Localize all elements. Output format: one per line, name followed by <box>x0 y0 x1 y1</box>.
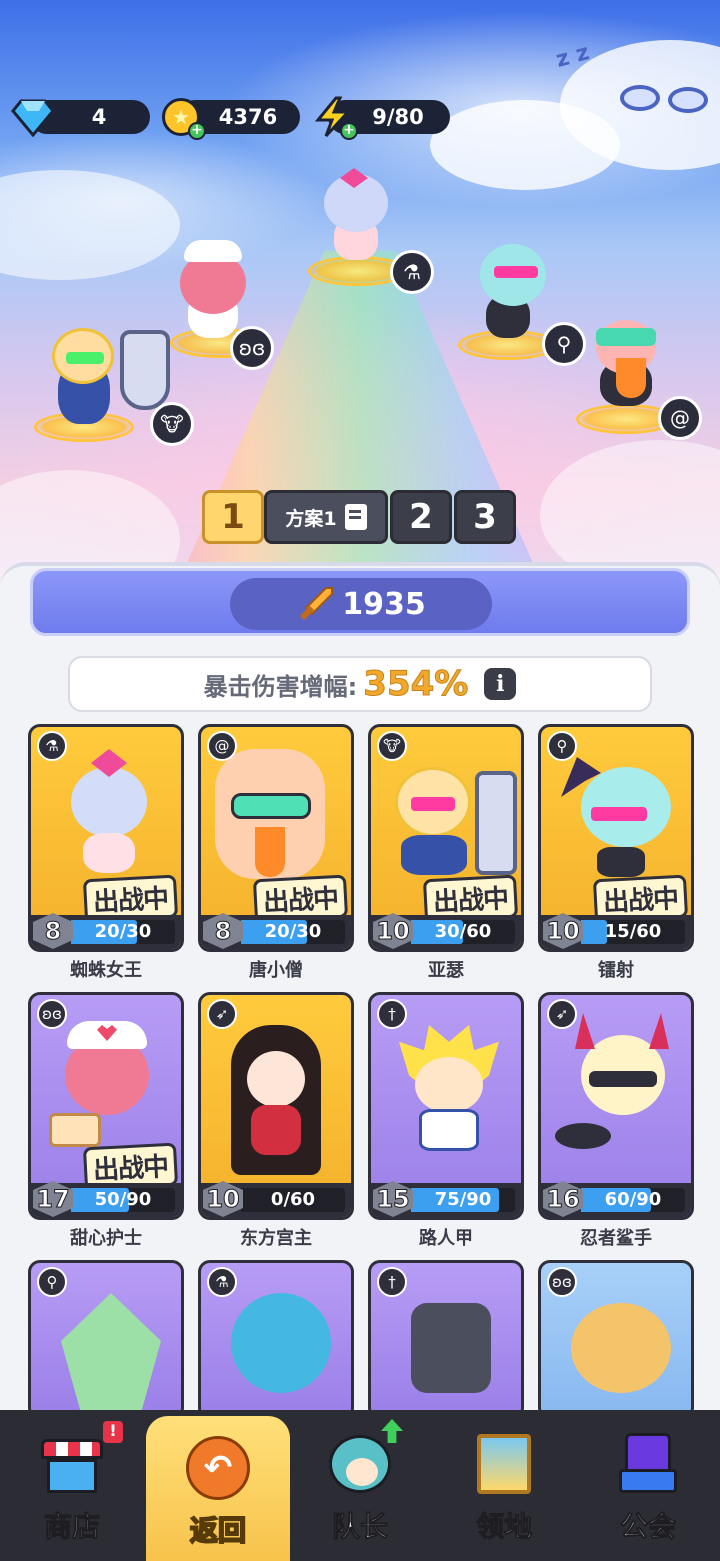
nav-shop-label: 商店 <box>43 1510 100 1544</box>
return-icon: ↶ <box>183 1433 253 1503</box>
hero-card-eastern-palace[interactable]: ➶ 0/60 10 <box>198 992 354 1220</box>
hero-card-row3-1[interactable]: ⚲ <box>28 1260 184 1420</box>
edit-icon <box>344 504 367 530</box>
nav-back[interactable]: ↶ 返回 <box>146 1416 290 1561</box>
hero-card-row3-3[interactable]: † <box>368 1260 524 1420</box>
coin-count: 4376 <box>218 105 278 129</box>
nav-guild-label: 公会 <box>619 1510 676 1544</box>
preset-tab-2-label: 2 <box>409 497 433 537</box>
hero-progress: 15/60 <box>604 921 662 942</box>
hero-name: 东方宫主 <box>240 1228 312 1249</box>
wings-icon: ʚɞ <box>230 326 274 370</box>
hero-name: 蜘蛛女王 <box>70 960 142 981</box>
spiral-icon: @ <box>207 731 237 761</box>
sword-icon: † <box>377 1267 407 1297</box>
hero-progress: 50/90 <box>94 1189 152 1210</box>
hero-name: 亚瑟 <box>428 960 464 981</box>
nav-guild[interactable]: 公会 <box>576 1412 720 1561</box>
captain-avatar-icon <box>325 1419 403 1499</box>
add-energy-icon[interactable]: + <box>340 122 358 140</box>
crit-damage-bar: 暴击伤害增幅: 354% i <box>68 656 652 712</box>
hero-progress: 20/30 <box>94 921 152 942</box>
field-hero-spider-queen[interactable]: ⚗ <box>300 160 440 300</box>
hero-card-laser[interactable]: ⚲ 出战中 15/60 10 <box>538 724 694 952</box>
nav-captain[interactable]: 队长 <box>288 1412 432 1561</box>
hero-card-spider-queen[interactable]: ⚗ 出战中 20/30 8 <box>28 724 184 952</box>
hero-name: 镭射 <box>598 960 634 981</box>
preset-name-label: 方案1 <box>285 507 337 530</box>
territory-icon <box>469 1429 539 1499</box>
nav-territory[interactable]: 领地 <box>432 1412 576 1561</box>
energy-icon: + <box>310 94 358 140</box>
nav-back-label: 返回 <box>189 1513 247 1548</box>
bow-icon: ➶ <box>547 999 577 1029</box>
hero-progress: 60/90 <box>604 1189 662 1210</box>
nav-captain-label: 队长 <box>331 1510 388 1544</box>
upgrade-arrow-icon <box>381 1419 403 1443</box>
preset-tab-1-label: 1 <box>221 497 245 537</box>
cloud <box>0 170 180 280</box>
bow-icon: ➶ <box>207 999 237 1029</box>
energy-count: 9/80 <box>372 105 424 129</box>
wings-icon: ʚɞ <box>547 1267 577 1297</box>
hero-progress: 0/60 <box>270 1189 316 1210</box>
info-icon[interactable]: i <box>484 668 517 700</box>
nav-shop[interactable]: ! 商店 <box>0 1412 144 1561</box>
hero-name: 甜心护士 <box>70 1228 142 1249</box>
ox-icon: 🐮 <box>150 402 194 446</box>
spiral-icon: @ <box>658 396 702 440</box>
hero-card-ninja-shark[interactable]: ➶ 60/90 16 <box>538 992 694 1220</box>
staff-icon: ⚲ <box>37 1267 67 1297</box>
gem-icon <box>10 94 56 140</box>
power-display: 1935 <box>230 578 492 630</box>
crit-label: 暴击伤害增幅: <box>203 672 358 701</box>
potion-icon: ⚗ <box>390 250 434 294</box>
preset-tab-2[interactable]: 2 <box>390 490 452 544</box>
wings-icon: ʚɞ <box>37 999 67 1029</box>
cloud <box>430 100 620 190</box>
hero-card-row3-2[interactable]: ⚗ <box>198 1260 354 1420</box>
hero-progress: 20/30 <box>264 921 322 942</box>
ox-icon: 🐮 <box>377 731 407 761</box>
hero-card-arthur[interactable]: 🐮 出战中 30/60 10 <box>368 724 524 952</box>
hero-name: 路人甲 <box>419 1228 473 1249</box>
nav-territory-label: 领地 <box>475 1510 532 1544</box>
hero-card-tang[interactable]: @ 出战中 20/30 8 <box>198 724 354 952</box>
crit-value: 354% <box>363 664 469 705</box>
power-value: 1935 <box>342 586 426 622</box>
hero-card-row3-4[interactable]: ʚɞ <box>538 1260 694 1420</box>
preset-tab-3-label: 3 <box>473 497 497 537</box>
hero-name: 唐小僧 <box>249 960 303 981</box>
staff-icon: ⚲ <box>547 731 577 761</box>
preset-name[interactable]: 方案1 <box>264 490 388 544</box>
sword-icon <box>300 587 334 621</box>
field-hero-nurse[interactable]: ʚɞ <box>160 240 290 370</box>
potion-icon: ⚗ <box>207 1267 237 1297</box>
hero-progress: 30/60 <box>434 921 492 942</box>
hero-card-nurse[interactable]: ʚɞ 出战中 50/90 17 <box>28 992 184 1220</box>
sleepy-cloud-face <box>620 85 710 115</box>
preset-tab-3[interactable]: 3 <box>454 490 516 544</box>
hero-progress: 75/90 <box>434 1189 492 1210</box>
gem-count: 4 <box>91 105 107 129</box>
add-coins-icon[interactable]: + <box>188 122 206 140</box>
field-hero-laser[interactable]: ⚲ <box>450 230 590 370</box>
hero-name: 忍者鲨手 <box>580 1228 652 1249</box>
guild-icon <box>613 1429 683 1499</box>
shop-alert-badge: ! <box>103 1421 123 1443</box>
hero-card-passerby[interactable]: † 75/90 15 <box>368 992 524 1220</box>
coin-icon: ★ + <box>158 94 206 140</box>
field-hero-tang[interactable]: @ <box>570 300 710 450</box>
preset-tab-1[interactable]: 1 <box>202 490 264 544</box>
sword-icon: † <box>377 999 407 1029</box>
shop-icon: ! <box>37 1421 123 1499</box>
potion-icon: ⚗ <box>37 731 67 761</box>
